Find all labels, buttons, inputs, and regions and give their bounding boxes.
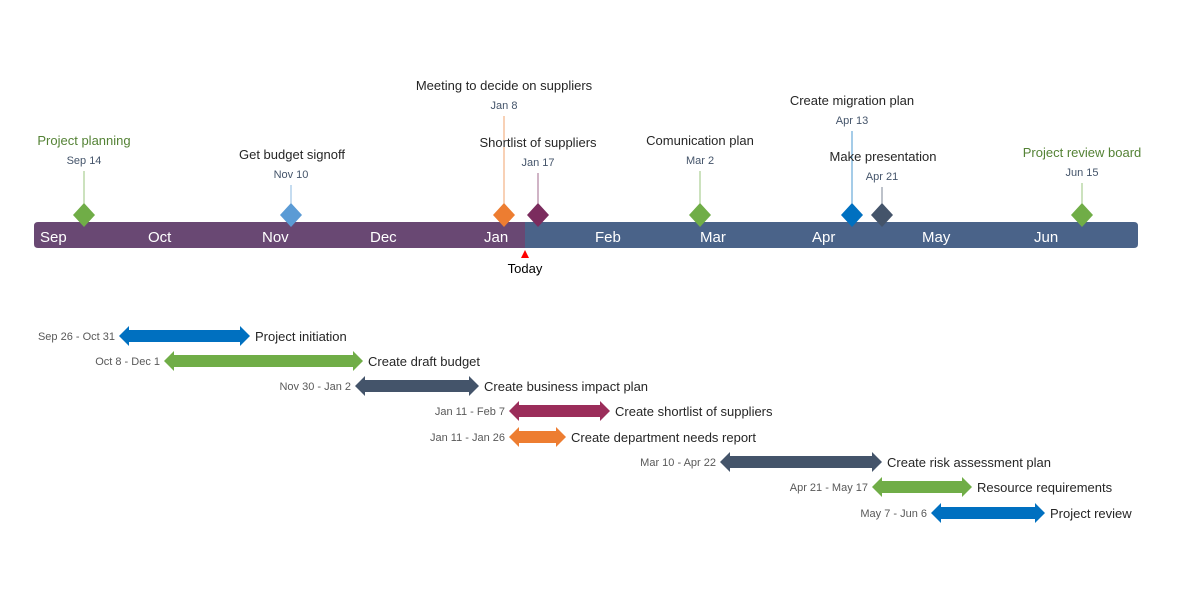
task-dates: Apr 21 - May 17 bbox=[790, 482, 868, 494]
milestone-title: Project review board bbox=[1023, 145, 1142, 160]
month-label-jan: Jan bbox=[484, 229, 508, 246]
month-label-nov: Nov bbox=[262, 229, 289, 246]
milestone-date: Apr 21 bbox=[866, 171, 898, 183]
milestone-title: Shortlist of suppliers bbox=[479, 135, 597, 150]
milestone[interactable]: Comunication plan Mar 2 bbox=[646, 133, 754, 227]
milestone-title: Comunication plan bbox=[646, 133, 754, 148]
task-dates: Mar 10 - Apr 22 bbox=[640, 457, 716, 469]
timeline-diagram: Sep Oct Nov Dec Jan Feb Mar Apr May Jun Today Pro… bbox=[34, 78, 1141, 523]
task-dates: Nov 30 - Jan 2 bbox=[279, 381, 351, 393]
milestone-date: Sep 14 bbox=[67, 155, 102, 167]
task-dates: May 7 - Jun 6 bbox=[860, 508, 927, 520]
task-label: Project initiation bbox=[255, 329, 347, 344]
task-label: Resource requirements bbox=[977, 480, 1113, 495]
tasks: Sep 26 - Oct 31 Project initiation Oct 8 -… bbox=[38, 326, 1132, 523]
milestone-date: Jan 8 bbox=[491, 100, 518, 112]
month-label-apr: Apr bbox=[812, 229, 835, 246]
task-double-arrow-icon bbox=[509, 401, 610, 421]
milestone-date: Jun 15 bbox=[1065, 167, 1098, 179]
month-label-jun: Jun bbox=[1034, 229, 1058, 246]
task-dates: Oct 8 - Dec 1 bbox=[95, 356, 160, 368]
task-dates: Sep 26 - Oct 31 bbox=[38, 331, 115, 343]
milestone-title: Create migration plan bbox=[790, 93, 914, 108]
today-triangle-icon bbox=[521, 250, 529, 258]
milestone[interactable]: Get budget signoff Nov 10 bbox=[239, 147, 345, 227]
milestone[interactable]: Project planning Sep 14 bbox=[37, 133, 131, 227]
today-label: Today bbox=[508, 261, 543, 276]
milestone-date: Mar 2 bbox=[686, 155, 714, 167]
month-label-sep: Sep bbox=[40, 229, 67, 246]
task-double-arrow-icon bbox=[872, 477, 972, 497]
task-label: Create draft budget bbox=[368, 354, 480, 369]
task-double-arrow-icon bbox=[164, 351, 363, 371]
task-bar[interactable]: Sep 26 - Oct 31 Project initiation bbox=[38, 326, 347, 346]
task-bar[interactable]: Apr 21 - May 17 Resource requirements bbox=[790, 477, 1113, 497]
month-label-may: May bbox=[922, 229, 951, 246]
task-double-arrow-icon bbox=[931, 503, 1045, 523]
milestone-title: Project planning bbox=[37, 133, 130, 148]
milestone-title: Meeting to decide on suppliers bbox=[416, 78, 593, 93]
task-bar[interactable]: Mar 10 - Apr 22 Create risk assessment pl… bbox=[640, 452, 1051, 472]
month-label-oct: Oct bbox=[148, 229, 172, 246]
milestone-title: Get budget signoff bbox=[239, 147, 345, 162]
task-double-arrow-icon bbox=[720, 452, 882, 472]
month-label-mar: Mar bbox=[700, 229, 726, 246]
milestone[interactable]: Meeting to decide on suppliers Jan 8 bbox=[416, 78, 593, 227]
task-label: Create risk assessment plan bbox=[887, 455, 1051, 470]
task-bar[interactable]: May 7 - Jun 6 Project review bbox=[860, 503, 1132, 523]
task-label: Create business impact plan bbox=[484, 379, 648, 394]
month-label-feb: Feb bbox=[595, 229, 621, 246]
task-double-arrow-icon bbox=[355, 376, 479, 396]
task-double-arrow-icon bbox=[119, 326, 250, 346]
task-bar[interactable]: Oct 8 - Dec 1 Create draft budget bbox=[95, 351, 480, 371]
month-label-dec: Dec bbox=[370, 229, 397, 246]
milestone-date: Nov 10 bbox=[274, 169, 309, 181]
today-marker: Today bbox=[508, 250, 543, 276]
task-double-arrow-icon bbox=[509, 427, 566, 447]
task-label: Create shortlist of suppliers bbox=[615, 404, 773, 419]
task-bar[interactable]: Nov 30 - Jan 2 Create business impact pla… bbox=[279, 376, 648, 396]
task-bar[interactable]: Jan 11 - Jan 26 Create department needs r… bbox=[430, 427, 756, 447]
milestone[interactable]: Project review board Jun 15 bbox=[1023, 145, 1142, 227]
task-dates: Jan 11 - Jan 26 bbox=[430, 432, 505, 444]
task-dates: Jan 11 - Feb 7 bbox=[435, 406, 505, 418]
timeline-bar bbox=[34, 222, 1138, 248]
task-label: Create department needs report bbox=[571, 430, 756, 445]
task-bar[interactable]: Jan 11 - Feb 7 Create shortlist of suppli… bbox=[435, 401, 773, 421]
milestones: Project planning Sep 14 Get budget signoff… bbox=[37, 78, 1141, 227]
milestone-date: Jan 17 bbox=[521, 157, 554, 169]
milestone-date: Apr 13 bbox=[836, 115, 868, 127]
milestone-title: Make presentation bbox=[830, 149, 937, 164]
task-label: Project review bbox=[1050, 506, 1132, 521]
